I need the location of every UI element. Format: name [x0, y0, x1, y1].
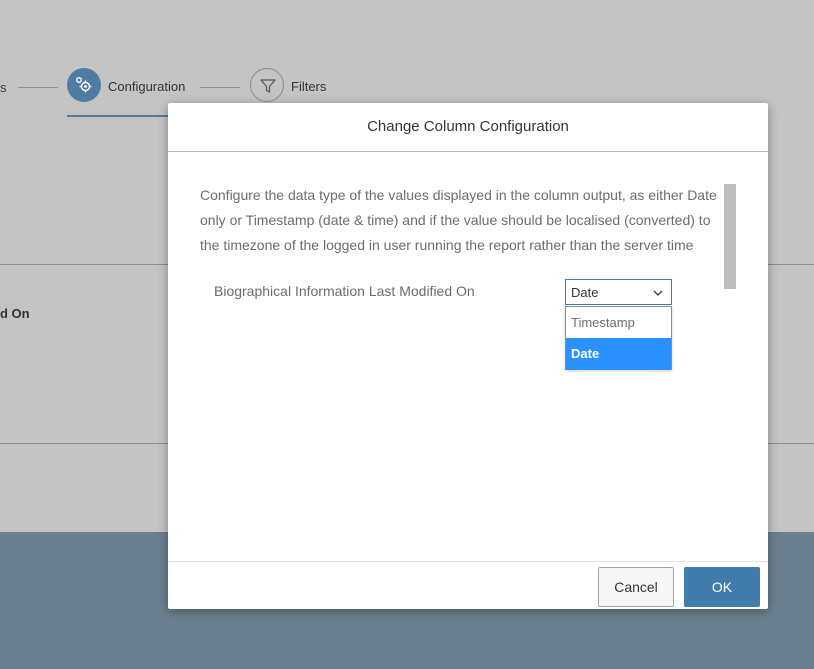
wizard-connector: [200, 87, 240, 88]
wizard-step-filters[interactable]: [250, 68, 284, 102]
wizard-connector: [18, 87, 58, 88]
select-dropdown-list: Timestamp Date: [565, 306, 672, 370]
dialog-title: Change Column Configuration: [367, 118, 569, 135]
ok-button[interactable]: OK: [684, 567, 760, 607]
option-date[interactable]: Date: [566, 338, 671, 370]
gear-icon: [76, 77, 92, 93]
chevron-down-icon: [653, 290, 663, 296]
dialog-footer: Cancel OK: [168, 561, 768, 610]
dialog-header: Change Column Configuration: [168, 103, 768, 152]
background-column-label: d On: [0, 306, 30, 321]
wizard-step-previous-label: s: [0, 80, 7, 95]
filter-icon: [260, 79, 276, 93]
active-step-indicator: [67, 115, 169, 117]
wizard-step-filters-label: Filters: [291, 79, 327, 94]
data-type-select[interactable]: Date: [565, 279, 672, 305]
scrollbar-thumb[interactable]: [724, 184, 736, 289]
select-value: Date: [571, 285, 599, 300]
field-label: Biographical Information Last Modified O…: [214, 283, 475, 299]
option-timestamp[interactable]: Timestamp: [566, 307, 671, 338]
wizard-step-configuration-label: Configuration: [108, 79, 186, 94]
cancel-button[interactable]: Cancel: [598, 567, 674, 607]
dialog-description: Configure the data type of the values di…: [200, 187, 717, 253]
change-column-configuration-dialog: Change Column Configuration Configure th…: [168, 103, 768, 609]
wizard-step-configuration[interactable]: [67, 68, 101, 102]
